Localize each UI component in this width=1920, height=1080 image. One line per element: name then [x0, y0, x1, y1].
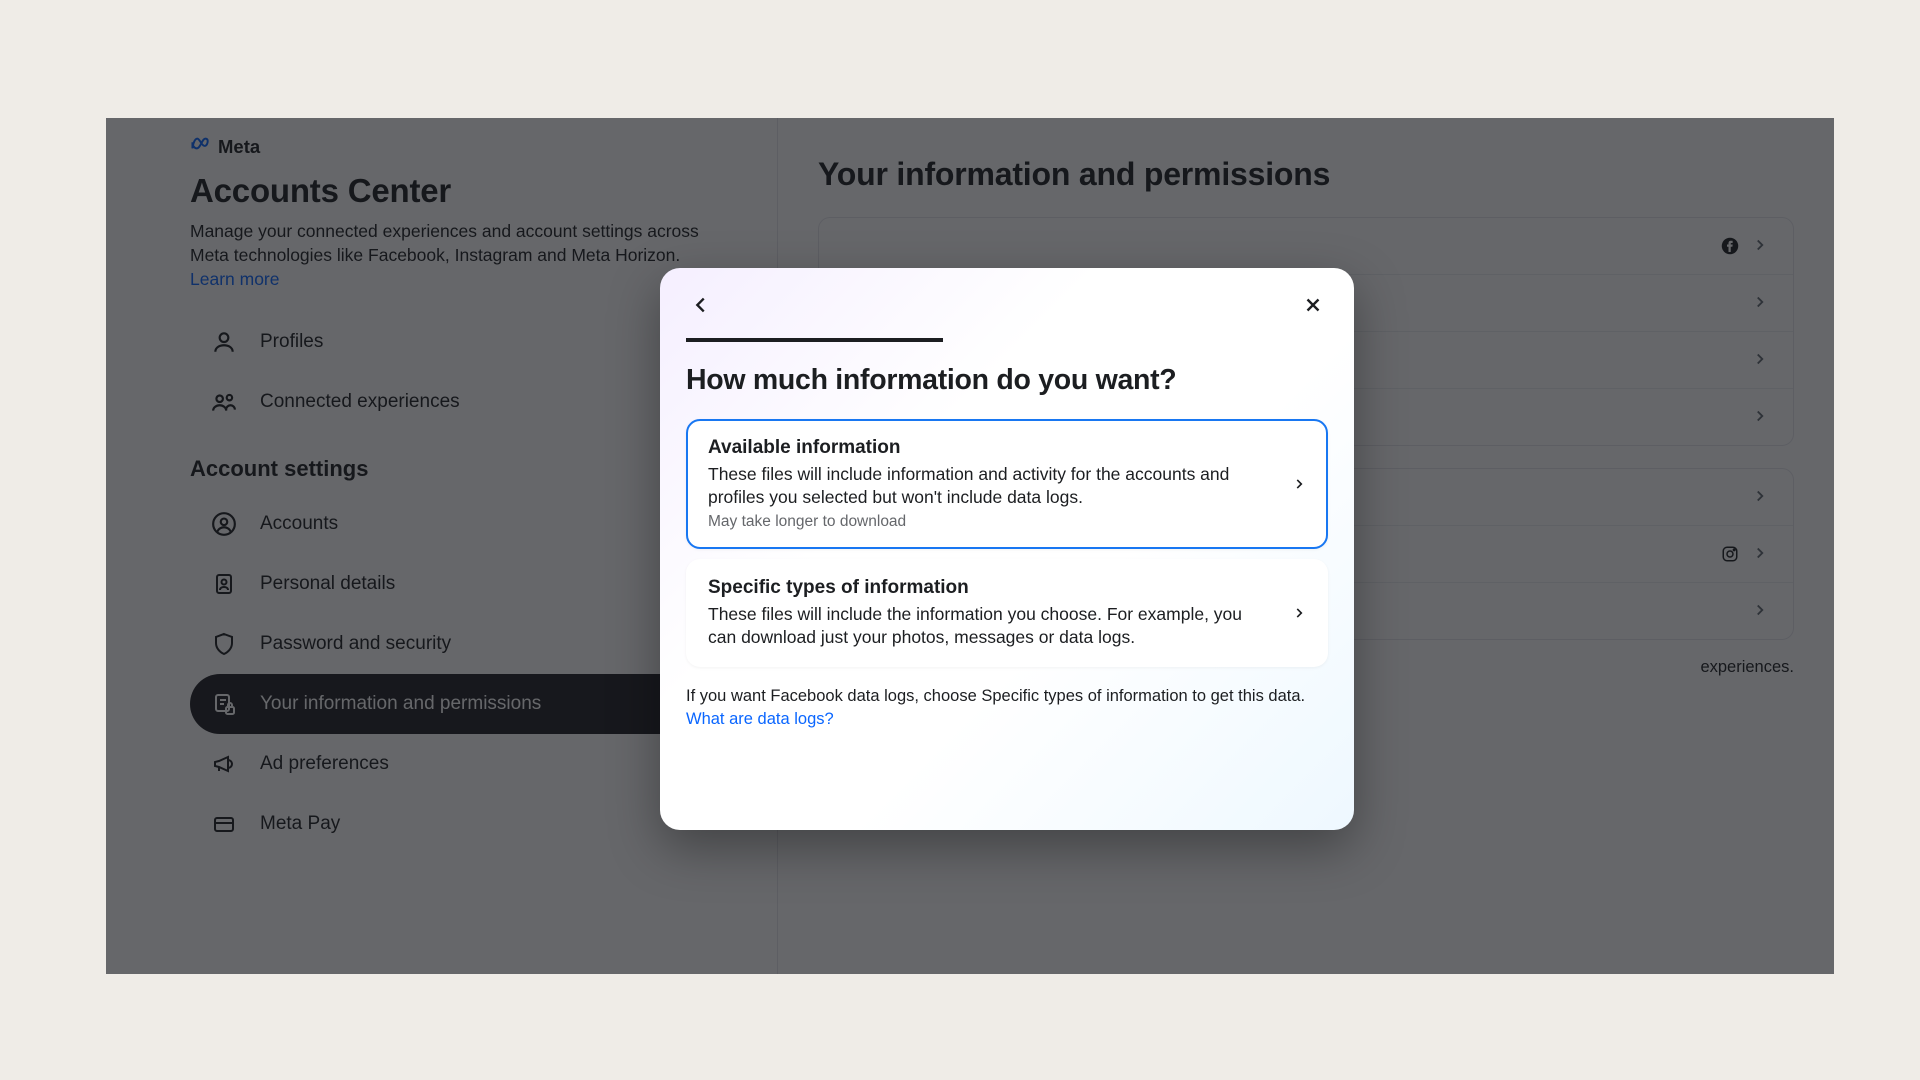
- nav-profiles[interactable]: Profiles: [190, 312, 737, 372]
- nav-password-security[interactable]: Password and security: [190, 614, 737, 674]
- progress-fill: [686, 338, 943, 342]
- account-circle-icon: [210, 510, 238, 538]
- chevron-right-icon: [1292, 606, 1306, 620]
- modal-title: How much information do you want?: [686, 364, 1328, 397]
- sidebar-description: Manage your connected experiences and ac…: [190, 220, 737, 267]
- nav-connected-experiences[interactable]: Connected experiences: [190, 372, 737, 432]
- nav-label: Profiles: [260, 331, 323, 353]
- nav-accounts[interactable]: Accounts: [190, 494, 737, 554]
- close-button[interactable]: [1298, 290, 1328, 320]
- chevron-right-icon: [1292, 477, 1306, 491]
- nav-section-title: Account settings: [190, 456, 737, 482]
- chevron-right-icon: [1751, 407, 1771, 427]
- chevron-right-icon: [1751, 487, 1771, 507]
- settings-row[interactable]: [819, 218, 1793, 274]
- brand-name: Meta: [218, 136, 260, 158]
- option-specific-types[interactable]: Specific types of information These file…: [686, 559, 1328, 667]
- nav-label: Meta Pay: [260, 813, 340, 835]
- progress-bar: [686, 338, 1328, 342]
- option-description: These files will include information and…: [708, 463, 1272, 509]
- credit-card-icon: [210, 810, 238, 838]
- megaphone-icon: [210, 750, 238, 778]
- nav-label: Ad preferences: [260, 753, 389, 775]
- chevron-right-icon: [1751, 293, 1771, 313]
- option-title: Specific types of information: [708, 577, 1272, 599]
- chevron-right-icon: [1751, 350, 1771, 370]
- nav-ad-preferences[interactable]: Ad preferences: [190, 734, 737, 794]
- shield-icon: [210, 630, 238, 658]
- option-description: These files will include the information…: [708, 603, 1272, 649]
- chevron-right-icon: [1751, 601, 1771, 621]
- nav-meta-pay[interactable]: Meta Pay: [190, 794, 737, 854]
- data-logs-link[interactable]: What are data logs?: [686, 710, 834, 728]
- nav-label: Personal details: [260, 573, 395, 595]
- people-icon: [210, 388, 238, 416]
- instagram-icon: [1721, 545, 1739, 563]
- option-available-information[interactable]: Available information These files will i…: [686, 419, 1328, 549]
- person-icon: [210, 328, 238, 356]
- nav-label: Accounts: [260, 513, 338, 535]
- nav-label: Connected experiences: [260, 391, 460, 413]
- canvas: Meta Accounts Center Manage your connect…: [0, 0, 1920, 1080]
- brand: Meta: [190, 136, 737, 158]
- facebook-icon: [1721, 237, 1739, 255]
- meta-logo-icon: [190, 136, 212, 158]
- back-button[interactable]: [686, 290, 716, 320]
- nav-label: Your information and permissions: [260, 692, 541, 716]
- document-lock-icon: [210, 690, 238, 718]
- main-title: Your information and permissions: [818, 156, 1794, 193]
- nav-personal-details[interactable]: Personal details: [190, 554, 737, 614]
- learn-more-link[interactable]: Learn more: [190, 269, 280, 290]
- id-card-icon: [210, 570, 238, 598]
- modal-footer-text: If you want Facebook data logs, choose S…: [686, 685, 1328, 731]
- nav-your-information-and-permissions[interactable]: Your information and permissions: [190, 674, 737, 734]
- chevron-right-icon: [1751, 236, 1771, 256]
- chevron-right-icon: [1751, 544, 1771, 564]
- option-note: May take longer to download: [708, 513, 1272, 531]
- download-info-modal: How much information do you want? Availa…: [660, 268, 1354, 830]
- option-title: Available information: [708, 437, 1272, 459]
- nav-label: Password and security: [260, 633, 451, 655]
- sidebar-title: Accounts Center: [190, 172, 737, 210]
